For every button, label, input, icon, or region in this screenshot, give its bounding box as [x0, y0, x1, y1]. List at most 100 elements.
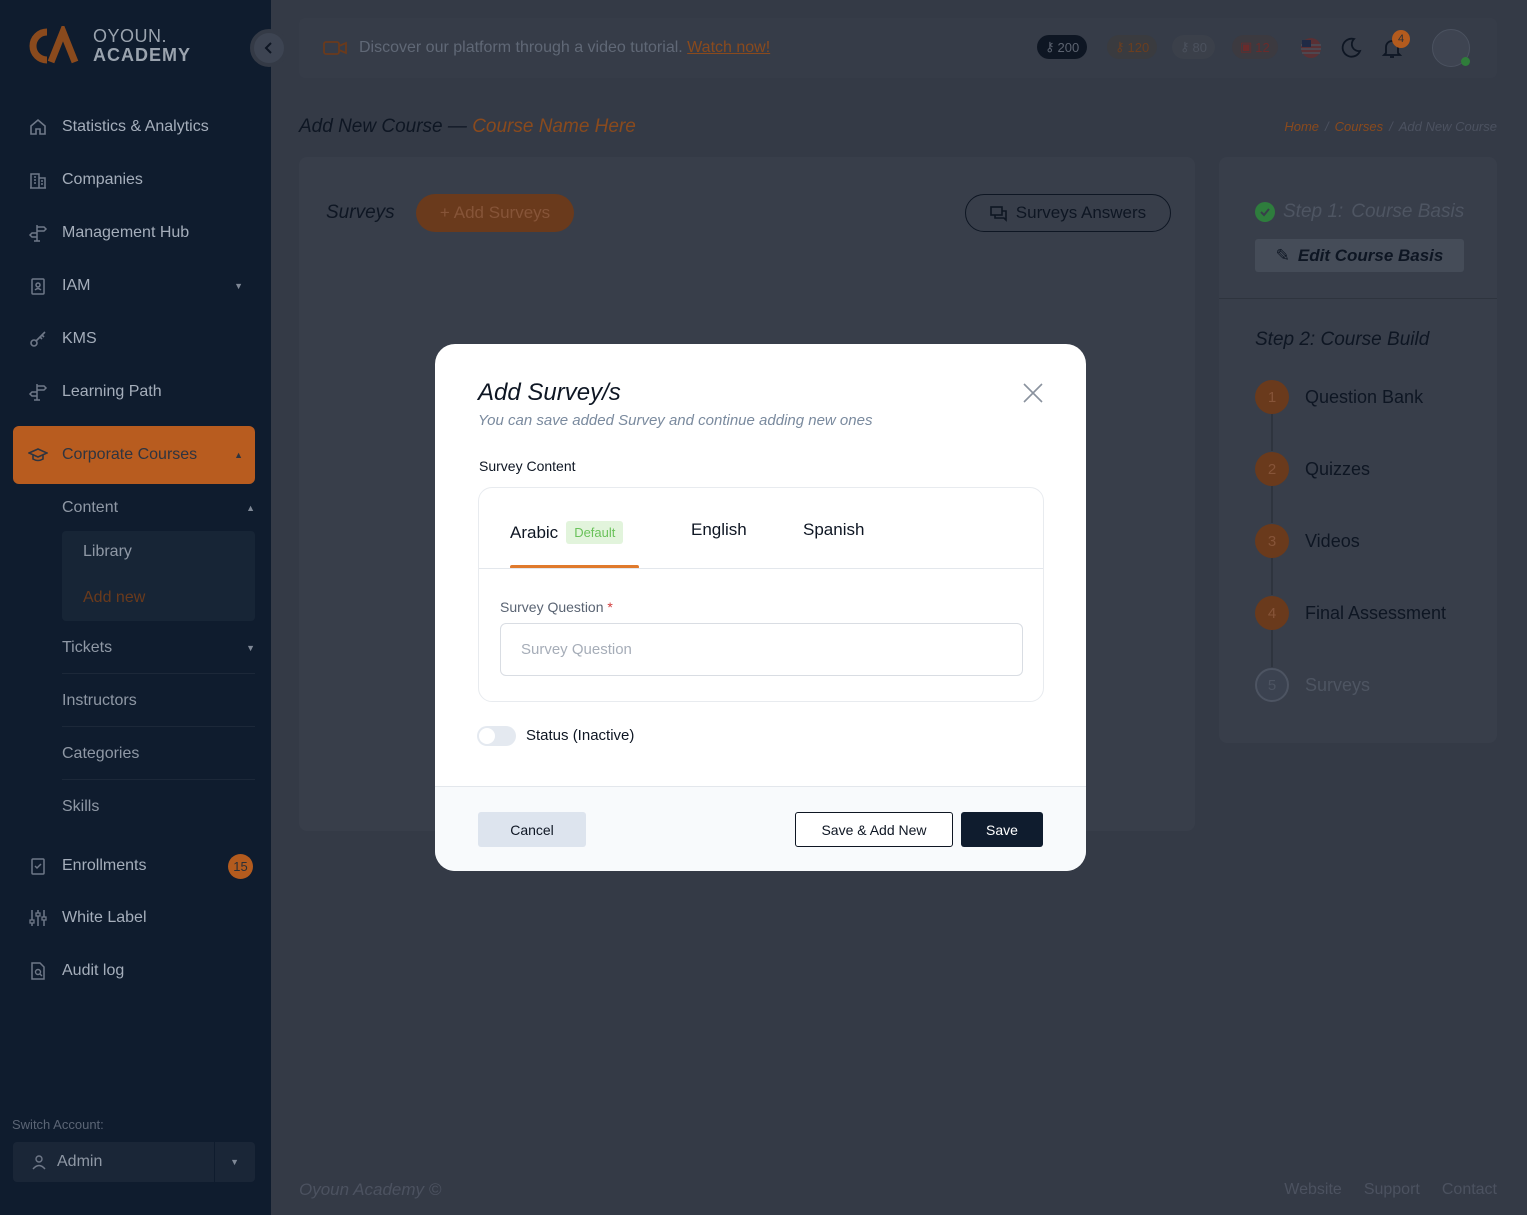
footer-link-website[interactable]: Website — [1284, 1181, 1342, 1199]
sidebar-item-statistics[interactable]: Statistics & Analytics — [13, 101, 255, 153]
topbar: Discover our platform through a video tu… — [299, 18, 1497, 78]
sidebar-item-companies[interactable]: Companies — [13, 154, 255, 206]
tab-label: English — [691, 520, 747, 539]
points-pill-silver[interactable]: ⚷ 80 — [1172, 35, 1215, 59]
chevron-up-icon: ▲ — [234, 450, 243, 460]
step-number: 5 — [1255, 668, 1289, 702]
sidebar-item-corporate-courses[interactable]: Corporate Courses ▲ — [13, 426, 255, 484]
sidebar-item-label: Corporate Courses — [62, 446, 198, 463]
tab-label: Spanish — [803, 520, 865, 539]
sidebar-item-label: Enrollments — [62, 857, 147, 874]
sidebar-item-label: Audit log — [62, 962, 125, 979]
chevron-up-icon: ▲ — [246, 503, 255, 513]
add-survey-modal: Add Survey/s You can save added Survey a… — [435, 344, 1086, 871]
modal-subtitle: You can save added Survey and continue a… — [478, 412, 873, 429]
sidebar-item-content[interactable]: Content ▲ — [62, 482, 255, 534]
signpost-icon — [27, 222, 49, 244]
step-2-header: Step 2: Course Build — [1255, 329, 1429, 351]
switch-account-label: Switch Account: — [12, 1117, 104, 1132]
surveys-answers-label: Surveys Answers — [1015, 203, 1147, 222]
brand-logo[interactable]: OYOUN. ACADEMY — [27, 26, 191, 66]
footer-link-support[interactable]: Support — [1364, 1181, 1420, 1199]
footer-link-contact[interactable]: Contact — [1442, 1181, 1497, 1199]
sidebar-item-label: White Label — [62, 909, 147, 926]
surveys-answers-button[interactable]: Surveys Answers — [965, 194, 1171, 232]
pill-value: 120 — [1127, 39, 1150, 55]
switch-account-value: Admin — [57, 1153, 103, 1170]
sidebar-item-learning-path[interactable]: Learning Path — [13, 366, 255, 418]
sidebar-item-label: Management Hub — [62, 224, 190, 241]
breadcrumb-current: Add New Course — [1398, 119, 1497, 134]
enrollments-count-badge: 15 — [228, 853, 253, 879]
step-item-quizzes[interactable]: 2 Quizzes — [1255, 452, 1370, 486]
sidebar-item-categories[interactable]: Categories — [62, 728, 255, 780]
watch-now-link[interactable]: Watch now! — [687, 39, 770, 56]
sidebar-item-kms[interactable]: KMS — [13, 313, 255, 365]
page-title-course-name: Course Name Here — [472, 116, 636, 137]
sidebar-item-audit-log[interactable]: Audit log — [13, 945, 255, 997]
sliders-icon — [27, 907, 49, 929]
tab-spanish[interactable]: Spanish — [803, 520, 864, 540]
breadcrumb-home[interactable]: Home — [1284, 119, 1319, 134]
clipboard-check-icon — [27, 855, 49, 877]
points-pill-primary[interactable]: ⚷ 200 — [1037, 35, 1088, 59]
sidebar-item-iam[interactable]: IAM ▼ — [13, 260, 255, 312]
sidebar-item-label: Categories — [62, 744, 140, 762]
step-number: 3 — [1255, 524, 1289, 558]
sidebar-collapse-button[interactable] — [250, 29, 288, 67]
tab-english[interactable]: English — [691, 520, 747, 540]
chevron-down-icon: ▼ — [234, 281, 243, 291]
step-item-final-assessment[interactable]: 4 Final Assessment — [1255, 596, 1446, 630]
footer-copyright: Oyoun Academy © — [299, 1180, 442, 1199]
tutorial-banner: Discover our platform through a video tu… — [359, 39, 770, 57]
tutorial-message: Discover our platform through a video tu… — [359, 39, 683, 56]
step-label: Final Assessment — [1305, 602, 1447, 623]
breadcrumb-separator: / — [1325, 119, 1329, 134]
step-label: Surveys — [1305, 674, 1371, 695]
tab-label: Arabic — [510, 522, 559, 542]
step-item-videos[interactable]: 3 Videos — [1255, 524, 1360, 558]
sidebar-item-label: IAM — [62, 277, 91, 294]
sidebar-item-tickets[interactable]: Tickets ▼ — [62, 622, 255, 674]
sidebar-item-label: Companies — [62, 171, 143, 188]
gift-icon: ▣ — [1240, 39, 1253, 54]
us-flag-icon[interactable] — [1299, 36, 1323, 60]
sidebar-item-library[interactable]: Library — [83, 543, 132, 561]
pill-value: 12 — [1255, 39, 1270, 55]
key-icon: ⚷ — [1115, 39, 1125, 54]
save-and-add-new-button[interactable]: Save & Add New — [795, 812, 953, 847]
sidebar-item-add-new[interactable]: Add new — [83, 589, 145, 607]
survey-content-label: Survey Content — [479, 458, 576, 474]
logo-mark-icon — [29, 26, 79, 64]
pill-value: 80 — [1192, 39, 1207, 55]
save-button[interactable]: Save — [961, 812, 1043, 847]
signpost-icon — [27, 381, 49, 403]
step-label: Quizzes — [1305, 458, 1371, 479]
sidebar-item-instructors[interactable]: Instructors — [62, 675, 255, 727]
sidebar-item-management-hub[interactable]: Management Hub — [13, 207, 255, 259]
points-pill-red[interactable]: ▣ 12 — [1232, 35, 1278, 59]
sidebar-item-label: Tickets — [62, 638, 113, 656]
key-icon: ⚷ — [1045, 39, 1055, 54]
sidebar-item-label: Learning Path — [62, 383, 162, 400]
survey-question-input[interactable] — [500, 623, 1023, 676]
points-pill-gold[interactable]: ⚷ 120 — [1107, 35, 1158, 59]
add-surveys-button[interactable]: + Add Surveys — [416, 194, 574, 232]
edit-course-basis-button[interactable]: ✎ Edit Course Basis — [1255, 239, 1464, 272]
status-toggle[interactable] — [477, 726, 516, 746]
tab-arabic[interactable]: Arabic Default — [510, 521, 624, 544]
status-label: Status (Inactive) — [526, 727, 635, 744]
switch-account-select[interactable]: Admin ▼ — [13, 1142, 255, 1182]
close-icon[interactable] — [1021, 381, 1045, 405]
step-item-surveys[interactable]: 5 Surveys — [1255, 668, 1370, 702]
step-item-question-bank[interactable]: 1 Question Bank — [1255, 380, 1423, 414]
pill-value: 200 — [1057, 39, 1080, 55]
chevron-left-icon — [264, 42, 272, 54]
graduation-cap-icon — [27, 444, 49, 466]
sidebar-item-enrollments[interactable]: Enrollments 15 — [13, 840, 255, 892]
breadcrumb-courses[interactable]: Courses — [1335, 119, 1383, 134]
cancel-button[interactable]: Cancel — [478, 812, 586, 847]
moon-icon[interactable] — [1339, 36, 1363, 60]
sidebar-item-skills[interactable]: Skills — [62, 781, 255, 833]
sidebar-item-white-label[interactable]: White Label — [13, 892, 255, 944]
